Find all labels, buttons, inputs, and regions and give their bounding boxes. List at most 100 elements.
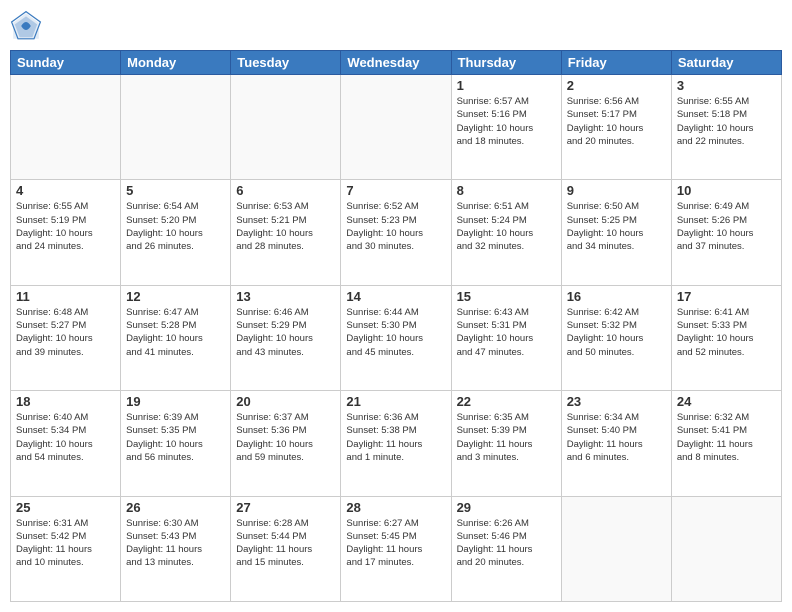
day-number: 20 (236, 394, 335, 409)
day-number: 10 (677, 183, 776, 198)
calendar-cell: 1 Sunrise: 6:57 AM Sunset: 5:16 PM Daylig… (451, 75, 561, 180)
day-info: Sunrise: 6:56 AM Sunset: 5:17 PM Dayligh… (567, 95, 666, 148)
day-info: Sunrise: 6:46 AM Sunset: 5:29 PM Dayligh… (236, 306, 335, 359)
calendar-cell (231, 75, 341, 180)
day-number: 29 (457, 500, 556, 515)
day-number: 6 (236, 183, 335, 198)
calendar-cell (341, 75, 451, 180)
day-number: 16 (567, 289, 666, 304)
day-number: 11 (16, 289, 115, 304)
day-info: Sunrise: 6:31 AM Sunset: 5:42 PM Dayligh… (16, 517, 115, 570)
weekday-header: Tuesday (231, 51, 341, 75)
calendar-cell: 29 Sunrise: 6:26 AM Sunset: 5:46 PM Dayli… (451, 496, 561, 601)
day-info: Sunrise: 6:28 AM Sunset: 5:44 PM Dayligh… (236, 517, 335, 570)
day-info: Sunrise: 6:36 AM Sunset: 5:38 PM Dayligh… (346, 411, 445, 464)
day-number: 1 (457, 78, 556, 93)
day-info: Sunrise: 6:26 AM Sunset: 5:46 PM Dayligh… (457, 517, 556, 570)
logo (10, 10, 46, 42)
weekday-header: Wednesday (341, 51, 451, 75)
calendar-cell: 5 Sunrise: 6:54 AM Sunset: 5:20 PM Daylig… (121, 180, 231, 285)
calendar-cell: 27 Sunrise: 6:28 AM Sunset: 5:44 PM Dayli… (231, 496, 341, 601)
day-info: Sunrise: 6:27 AM Sunset: 5:45 PM Dayligh… (346, 517, 445, 570)
calendar-cell: 2 Sunrise: 6:56 AM Sunset: 5:17 PM Daylig… (561, 75, 671, 180)
calendar-cell: 17 Sunrise: 6:41 AM Sunset: 5:33 PM Dayli… (671, 285, 781, 390)
day-number: 2 (567, 78, 666, 93)
calendar-cell: 28 Sunrise: 6:27 AM Sunset: 5:45 PM Dayli… (341, 496, 451, 601)
page: SundayMondayTuesdayWednesdayThursdayFrid… (0, 0, 792, 612)
calendar-cell: 25 Sunrise: 6:31 AM Sunset: 5:42 PM Dayli… (11, 496, 121, 601)
day-info: Sunrise: 6:41 AM Sunset: 5:33 PM Dayligh… (677, 306, 776, 359)
calendar-cell (121, 75, 231, 180)
calendar-cell: 3 Sunrise: 6:55 AM Sunset: 5:18 PM Daylig… (671, 75, 781, 180)
day-number: 14 (346, 289, 445, 304)
calendar-cell: 26 Sunrise: 6:30 AM Sunset: 5:43 PM Dayli… (121, 496, 231, 601)
calendar-cell: 6 Sunrise: 6:53 AM Sunset: 5:21 PM Daylig… (231, 180, 341, 285)
week-row: 4Sunrise: 6:55 AM Sunset: 5:19 PM Daylig… (11, 180, 782, 285)
day-info: Sunrise: 6:37 AM Sunset: 5:36 PM Dayligh… (236, 411, 335, 464)
day-info: Sunrise: 6:54 AM Sunset: 5:20 PM Dayligh… (126, 200, 225, 253)
calendar-cell: 4Sunrise: 6:55 AM Sunset: 5:19 PM Daylig… (11, 180, 121, 285)
day-info: Sunrise: 6:47 AM Sunset: 5:28 PM Dayligh… (126, 306, 225, 359)
calendar-cell: 18Sunrise: 6:40 AM Sunset: 5:34 PM Dayli… (11, 391, 121, 496)
week-row: 25 Sunrise: 6:31 AM Sunset: 5:42 PM Dayli… (11, 496, 782, 601)
day-number: 13 (236, 289, 335, 304)
day-number: 26 (126, 500, 225, 515)
day-number: 23 (567, 394, 666, 409)
day-info: Sunrise: 6:39 AM Sunset: 5:35 PM Dayligh… (126, 411, 225, 464)
calendar-cell (671, 496, 781, 601)
weekday-header: Thursday (451, 51, 561, 75)
calendar-cell (11, 75, 121, 180)
day-info: Sunrise: 6:44 AM Sunset: 5:30 PM Dayligh… (346, 306, 445, 359)
calendar-cell: 22 Sunrise: 6:35 AM Sunset: 5:39 PM Dayli… (451, 391, 561, 496)
calendar-cell: 16 Sunrise: 6:42 AM Sunset: 5:32 PM Dayli… (561, 285, 671, 390)
day-info: Sunrise: 6:32 AM Sunset: 5:41 PM Dayligh… (677, 411, 776, 464)
day-number: 5 (126, 183, 225, 198)
calendar-cell: 15 Sunrise: 6:43 AM Sunset: 5:31 PM Dayli… (451, 285, 561, 390)
day-info: Sunrise: 6:48 AM Sunset: 5:27 PM Dayligh… (16, 306, 115, 359)
day-info: Sunrise: 6:52 AM Sunset: 5:23 PM Dayligh… (346, 200, 445, 253)
day-number: 12 (126, 289, 225, 304)
day-info: Sunrise: 6:43 AM Sunset: 5:31 PM Dayligh… (457, 306, 556, 359)
day-number: 15 (457, 289, 556, 304)
weekday-header: Friday (561, 51, 671, 75)
day-number: 27 (236, 500, 335, 515)
day-info: Sunrise: 6:30 AM Sunset: 5:43 PM Dayligh… (126, 517, 225, 570)
day-info: Sunrise: 6:35 AM Sunset: 5:39 PM Dayligh… (457, 411, 556, 464)
day-info: Sunrise: 6:51 AM Sunset: 5:24 PM Dayligh… (457, 200, 556, 253)
day-number: 19 (126, 394, 225, 409)
day-number: 25 (16, 500, 115, 515)
calendar-cell: 11 Sunrise: 6:48 AM Sunset: 5:27 PM Dayli… (11, 285, 121, 390)
day-number: 8 (457, 183, 556, 198)
day-number: 17 (677, 289, 776, 304)
calendar-cell: 10Sunrise: 6:49 AM Sunset: 5:26 PM Dayli… (671, 180, 781, 285)
week-row: 11 Sunrise: 6:48 AM Sunset: 5:27 PM Dayli… (11, 285, 782, 390)
day-number: 22 (457, 394, 556, 409)
weekday-header: Monday (121, 51, 231, 75)
day-info: Sunrise: 6:55 AM Sunset: 5:19 PM Dayligh… (16, 200, 115, 253)
day-number: 7 (346, 183, 445, 198)
calendar-cell: 19 Sunrise: 6:39 AM Sunset: 5:35 PM Dayli… (121, 391, 231, 496)
logo-icon (10, 10, 42, 42)
day-info: Sunrise: 6:42 AM Sunset: 5:32 PM Dayligh… (567, 306, 666, 359)
day-number: 21 (346, 394, 445, 409)
week-row: 18Sunrise: 6:40 AM Sunset: 5:34 PM Dayli… (11, 391, 782, 496)
calendar-cell: 24 Sunrise: 6:32 AM Sunset: 5:41 PM Dayli… (671, 391, 781, 496)
calendar-cell: 9Sunrise: 6:50 AM Sunset: 5:25 PM Daylig… (561, 180, 671, 285)
calendar-cell: 14 Sunrise: 6:44 AM Sunset: 5:30 PM Dayli… (341, 285, 451, 390)
day-number: 24 (677, 394, 776, 409)
day-info: Sunrise: 6:55 AM Sunset: 5:18 PM Dayligh… (677, 95, 776, 148)
calendar-cell: 8 Sunrise: 6:51 AM Sunset: 5:24 PM Daylig… (451, 180, 561, 285)
calendar-table: SundayMondayTuesdayWednesdayThursdayFrid… (10, 50, 782, 602)
day-info: Sunrise: 6:57 AM Sunset: 5:16 PM Dayligh… (457, 95, 556, 148)
calendar-cell: 21 Sunrise: 6:36 AM Sunset: 5:38 PM Dayli… (341, 391, 451, 496)
weekday-header: Saturday (671, 51, 781, 75)
header (10, 10, 782, 42)
day-number: 18 (16, 394, 115, 409)
day-number: 28 (346, 500, 445, 515)
day-info: Sunrise: 6:53 AM Sunset: 5:21 PM Dayligh… (236, 200, 335, 253)
weekday-header: Sunday (11, 51, 121, 75)
day-number: 3 (677, 78, 776, 93)
calendar-cell: 7 Sunrise: 6:52 AM Sunset: 5:23 PM Daylig… (341, 180, 451, 285)
calendar-cell: 23Sunrise: 6:34 AM Sunset: 5:40 PM Dayli… (561, 391, 671, 496)
day-number: 9 (567, 183, 666, 198)
